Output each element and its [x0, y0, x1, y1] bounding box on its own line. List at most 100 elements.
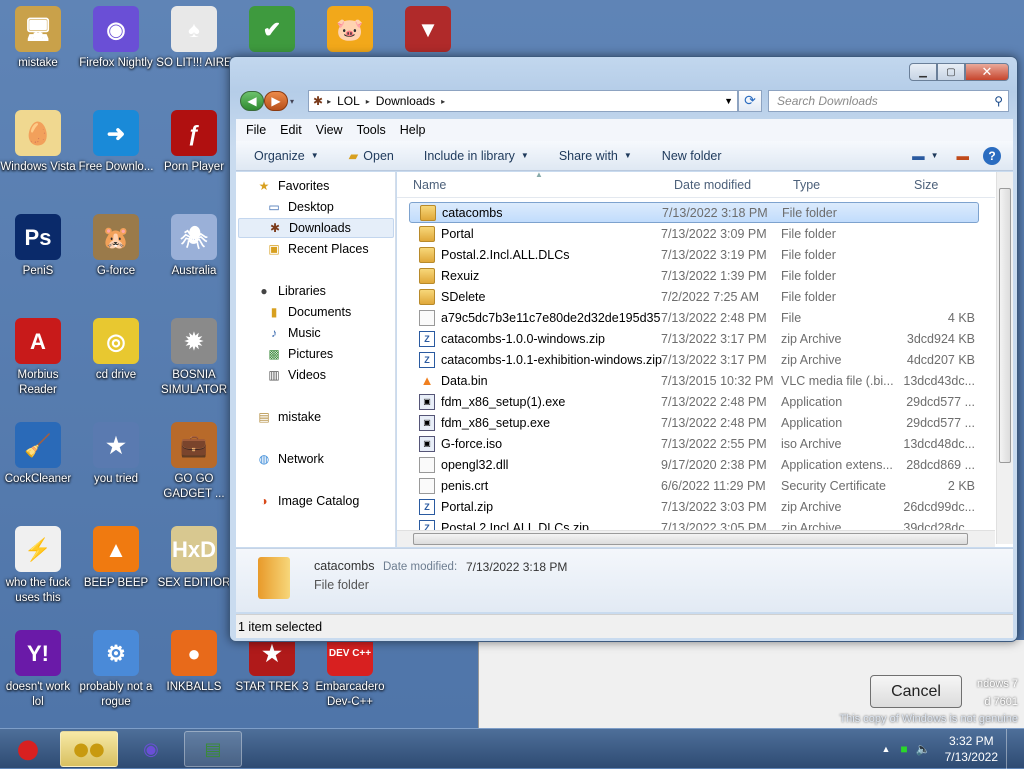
share-with-button[interactable]: Share with ▼	[559, 149, 632, 163]
file-row[interactable]: catacombs 7/13/2022 3:18 PM File folder	[409, 202, 979, 223]
desktop-icon-26[interactable]: DEV C++ Embarcadero Dev-C++	[312, 630, 388, 710]
menu-edit[interactable]: Edit	[280, 123, 302, 137]
volume-icon[interactable]: 🔈	[916, 742, 931, 756]
menu-view[interactable]: View	[316, 123, 343, 137]
address-bar[interactable]: ✱ ▸ LOL ▸ Downloads ▸ ▼	[308, 90, 739, 112]
desktop-icon-15[interactable]: ✹ BOSNIA SIMULATOR	[156, 318, 232, 398]
desktop-icon-5[interactable]: 🐷	[312, 6, 388, 56]
desktop-icon-8[interactable]: ➜ Free Downlo...	[78, 110, 154, 175]
nav-image-catalog[interactable]: ◑ Image Catalog	[256, 491, 359, 511]
open-button[interactable]: ▰ Open	[349, 148, 394, 164]
desktop-icon-23[interactable]: ⚙ probably not a rogue	[78, 630, 154, 710]
file-row[interactable]: Zcatacombs-1.0.0-windows.zip 7/13/2022 3:…	[409, 328, 979, 349]
desktop-icon-20[interactable]: ▲ BEEP BEEP	[78, 526, 154, 591]
nav-recent-places[interactable]: ▣ Recent Places	[266, 239, 368, 259]
menu-help[interactable]: Help	[400, 123, 426, 137]
address-dropdown-icon[interactable]: ▼	[720, 96, 737, 106]
column-name[interactable]: Name	[413, 178, 446, 192]
back-button[interactable]: ◀	[240, 91, 264, 111]
help-icon[interactable]: ?	[983, 146, 1001, 165]
desktop-icon-11[interactable]: 🐹 G-force	[78, 214, 154, 279]
breadcrumb-arrow-icon[interactable]: ▸	[366, 97, 370, 106]
desktop-icon-12[interactable]: 🕷 Australia	[156, 214, 232, 279]
nav-libraries[interactable]: ● Libraries	[256, 281, 326, 301]
clock[interactable]: 3:32 PM 7/13/2022	[945, 733, 998, 765]
desktop-icon-9[interactable]: ƒ Porn Player	[156, 110, 232, 175]
file-row[interactable]: Rexuiz 7/13/2022 1:39 PM File folder	[409, 265, 979, 286]
recent-pages-icon[interactable]: ▾	[290, 97, 294, 106]
desktop-icon-21[interactable]: HxD SEX EDITIOR	[156, 526, 232, 591]
column-date[interactable]: Date modified	[674, 178, 751, 192]
minimize-button[interactable]: ▁	[909, 63, 937, 81]
desktop-icon-4[interactable]: ✔	[234, 6, 310, 56]
file-row[interactable]: a79c5dc7b3e11c7e80de2d32de195d35 7/13/202…	[409, 307, 979, 328]
tray-app-icon[interactable]: ■	[900, 742, 907, 756]
column-size[interactable]: Size	[914, 178, 938, 192]
cancel-button[interactable]: Cancel	[870, 675, 962, 708]
preview-pane-icon[interactable]: ▬	[957, 149, 970, 163]
desktop-icon-1[interactable]: 🖥 mistake	[0, 6, 76, 71]
taskbar-explorer[interactable]: ▤	[184, 731, 242, 767]
file-row[interactable]: Postal.2.Incl.ALL.DLCs 7/13/2022 3:19 PM F…	[409, 244, 979, 265]
start-button[interactable]: ●	[4, 729, 52, 769]
breadcrumb-downloads[interactable]: Downloads	[376, 94, 435, 108]
menu-file[interactable]: File	[246, 123, 266, 137]
nav-mistake[interactable]: ▤ mistake	[256, 407, 321, 427]
desktop-icon-16[interactable]: 🧹 CockCleaner	[0, 422, 76, 487]
chevron-down-icon[interactable]: ▼	[931, 151, 939, 160]
new-folder-button[interactable]: New folder	[662, 149, 722, 163]
breadcrumb-lol[interactable]: LOL	[337, 94, 360, 108]
horizontal-scroll-thumb[interactable]	[413, 533, 968, 545]
nav-favorites[interactable]: ★ Favorites	[256, 176, 330, 196]
nav-downloads[interactable]: ✱ Downloads	[238, 218, 394, 238]
breadcrumb-arrow-icon[interactable]: ▸	[441, 97, 445, 106]
vertical-scroll-thumb[interactable]	[999, 188, 1011, 463]
search-input[interactable]: Search Downloads ⚲	[768, 90, 1009, 112]
file-row[interactable]: Zcatacombs-1.0.1-exhibition-windows.zip 7…	[409, 349, 979, 370]
desktop-icon-14[interactable]: ◎ cd drive	[78, 318, 154, 383]
forward-button[interactable]: ▶	[264, 91, 288, 111]
organize-button[interactable]: Organize ▼	[254, 149, 319, 163]
taskbar-firefox[interactable]: ◉	[122, 731, 180, 767]
breadcrumb-arrow-icon[interactable]: ▸	[327, 97, 331, 106]
show-hidden-icons[interactable]: ▲	[881, 744, 890, 754]
nav-videos[interactable]: ▥ Videos	[266, 365, 326, 385]
nav-network[interactable]: ◍ Network	[256, 449, 324, 469]
file-row[interactable]: penis.crt 6/6/2022 11:29 PM Security Certi…	[409, 475, 979, 496]
vertical-scrollbar[interactable]	[996, 172, 1013, 544]
desktop-icon-3[interactable]: ♠ SO LIT!!! AIRE	[156, 6, 232, 71]
desktop-icon-13[interactable]: A Morbius Reader	[0, 318, 76, 398]
desktop-icon-18[interactable]: 💼 GO GO GADGET ...	[156, 422, 232, 502]
desktop-icon-24[interactable]: ● INKBALLS	[156, 630, 232, 695]
desktop-icon-22[interactable]: Y! doesn't work lol	[0, 630, 76, 710]
file-row[interactable]: ▣ fdm_x86_setup(1).exe 7/13/2022 2:48 PM Ap…	[409, 391, 979, 412]
nav-documents[interactable]: ▮ Documents	[266, 302, 352, 322]
desktop-icon-10[interactable]: Ps PeniS	[0, 214, 76, 279]
desktop-icon-6[interactable]: ▼	[390, 6, 466, 56]
file-row[interactable]: Z Portal.zip 7/13/2022 3:03 PM zip Archive 2…	[409, 496, 979, 517]
file-row[interactable]: ▲ Data.bin 7/13/2015 10:32 PM VLC media fil…	[409, 370, 979, 391]
file-row[interactable]: ▣ G-force.iso 7/13/2022 2:55 PM iso Archive…	[409, 433, 979, 454]
taskbar-app-1[interactable]: ●●	[60, 731, 118, 767]
desktop-icon-19[interactable]: ⚡ who the fuck uses this	[0, 526, 76, 606]
maximize-button[interactable]: ▢	[937, 63, 965, 81]
close-button[interactable]: ✕	[965, 63, 1009, 81]
desktop-icon-2[interactable]: ◉ Firefox Nightly	[78, 6, 154, 71]
refresh-button[interactable]: ⟳	[738, 90, 763, 112]
search-icon[interactable]: ⚲	[994, 94, 1003, 108]
horizontal-scrollbar[interactable]	[397, 530, 995, 547]
file-row[interactable]: ▣ fdm_x86_setup.exe 7/13/2022 2:48 PM Appli…	[409, 412, 979, 433]
file-row[interactable]: SDelete 7/2/2022 7:25 AM File folder	[409, 286, 979, 307]
view-options-icon[interactable]: ▬	[912, 149, 925, 163]
menu-tools[interactable]: Tools	[357, 123, 386, 137]
nav-desktop[interactable]: ▭ Desktop	[266, 197, 334, 217]
show-desktop-button[interactable]	[1006, 729, 1018, 769]
column-type[interactable]: Type	[793, 178, 820, 192]
desktop-icon-17[interactable]: ★ you tried	[78, 422, 154, 487]
desktop-icon-7[interactable]: 🥚 Windows Vista	[0, 110, 76, 175]
file-row[interactable]: Portal 7/13/2022 3:09 PM File folder	[409, 223, 979, 244]
file-row[interactable]: opengl32.dll 9/17/2020 2:38 PM Application…	[409, 454, 979, 475]
nav-pictures[interactable]: ▩ Pictures	[266, 344, 333, 364]
nav-music[interactable]: ♪ Music	[266, 323, 321, 343]
include-in-library-button[interactable]: Include in library ▼	[424, 149, 529, 163]
